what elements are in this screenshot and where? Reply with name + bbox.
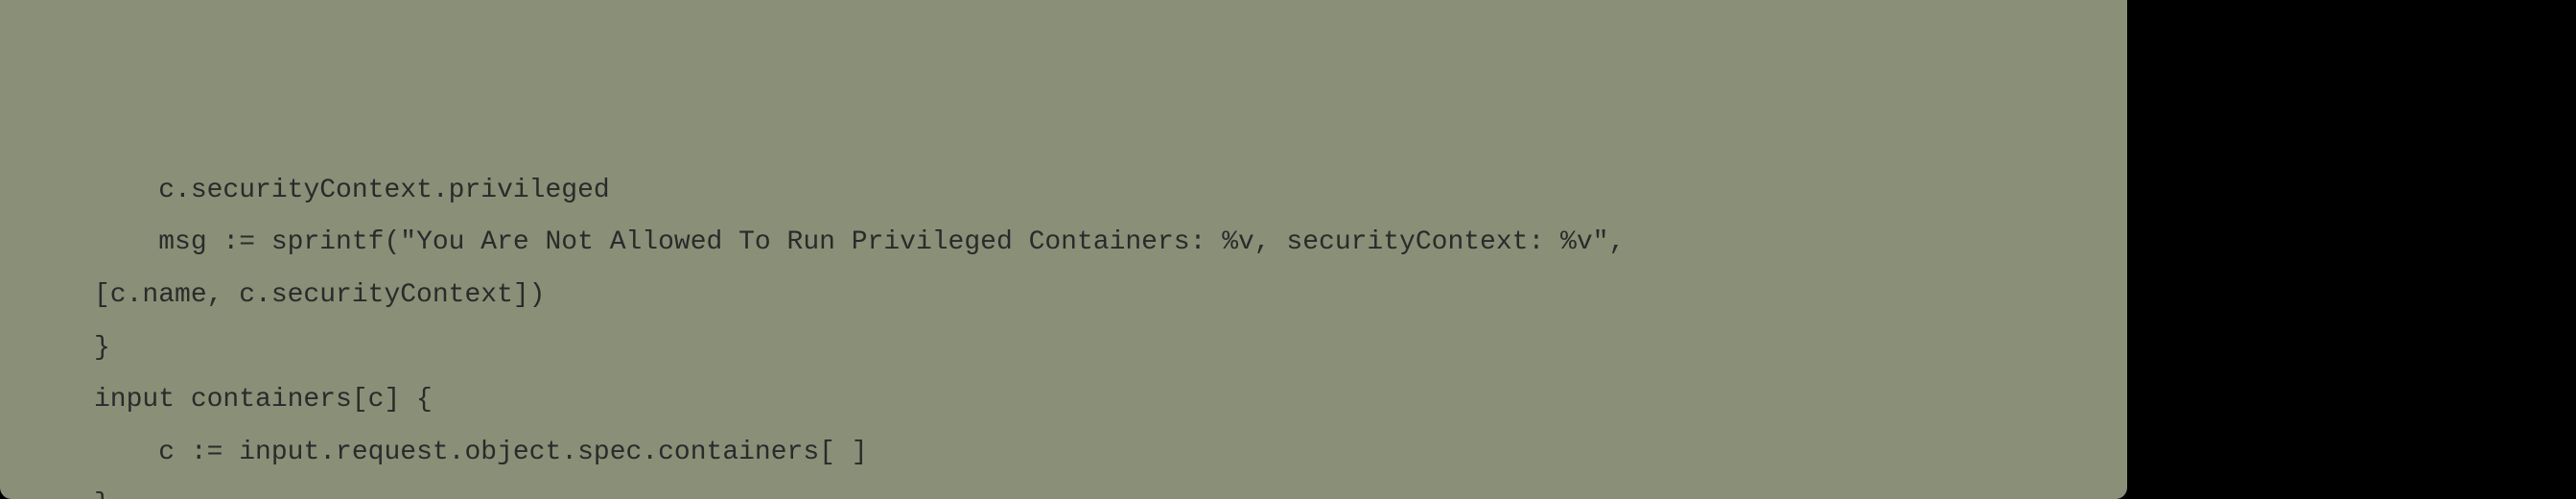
- code-content: c.securityContext.privileged msg := spri…: [0, 105, 2127, 499]
- code-line: c := input.request.object.spec.container…: [94, 427, 2089, 480]
- code-line: }: [94, 322, 2089, 375]
- code-line: c.securityContext.privileged: [94, 165, 2089, 218]
- code-line: }: [94, 479, 2089, 499]
- code-line: [c.name, c.securityContext]): [0, 270, 2089, 322]
- code-line: msg := sprintf("You Are Not Allowed To R…: [94, 217, 2089, 270]
- code-block: c.securityContext.privileged msg := spri…: [0, 0, 2127, 499]
- code-line: input containers[c] {: [94, 374, 2089, 427]
